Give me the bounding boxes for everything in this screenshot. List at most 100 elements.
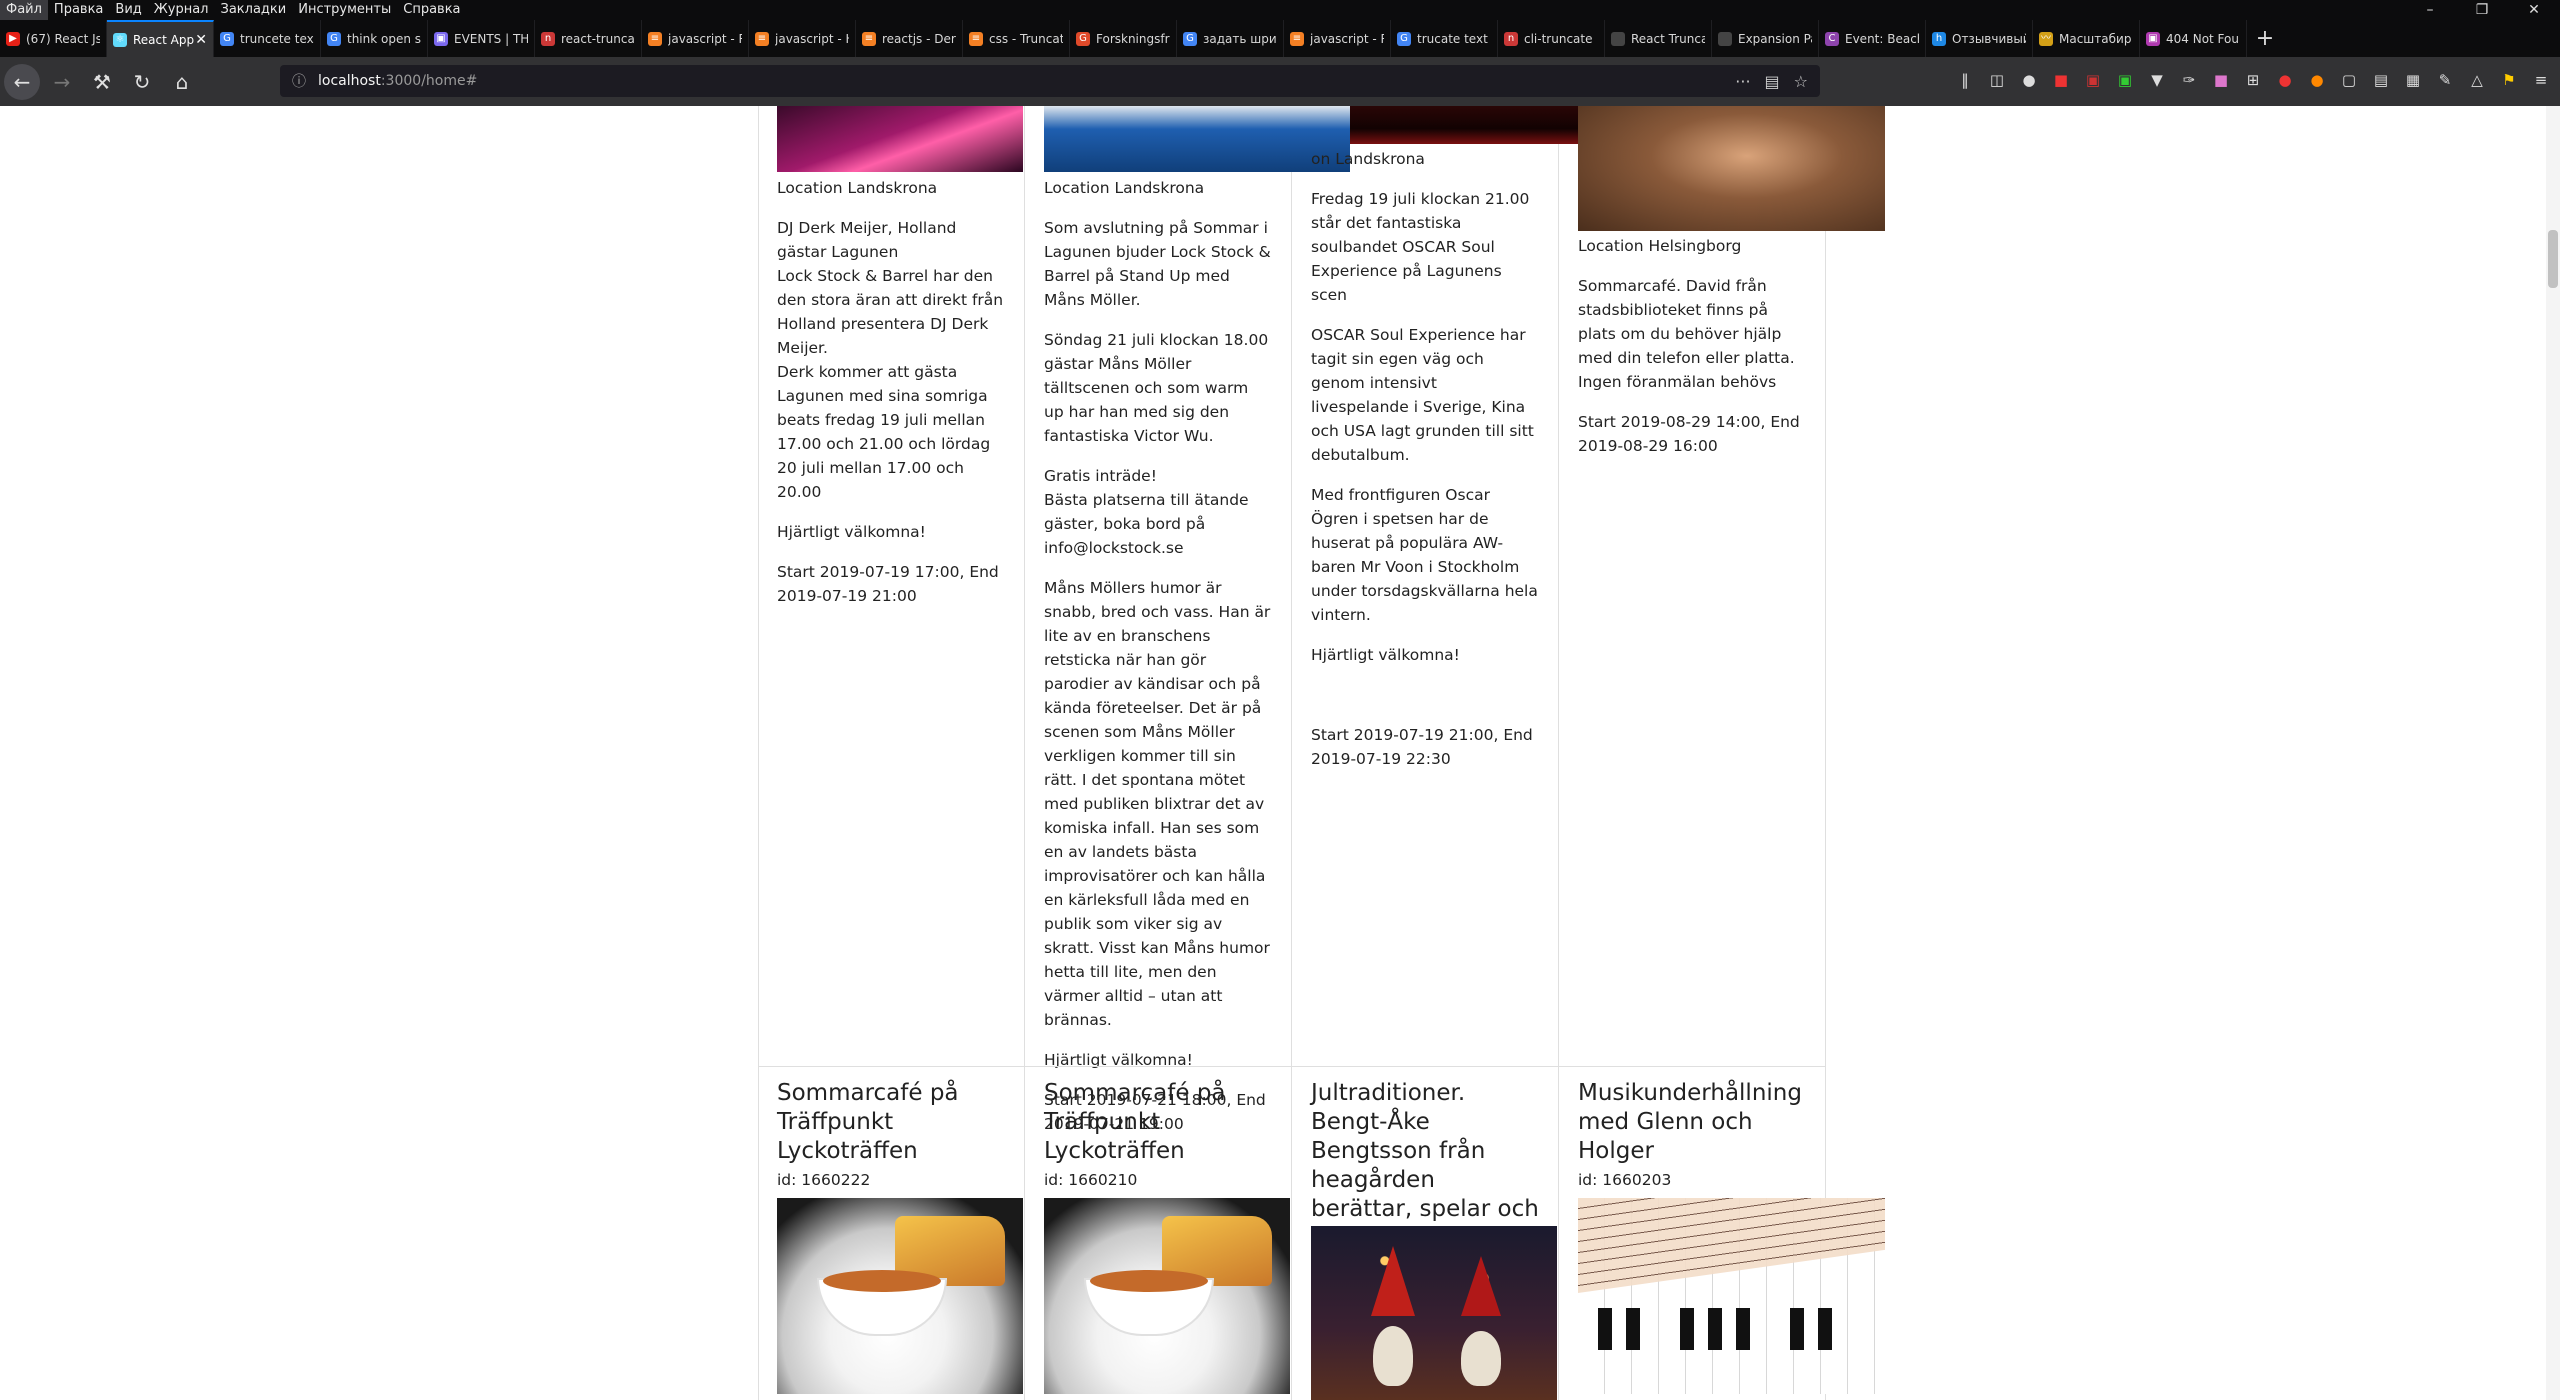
event-description: Med frontfiguren Oscar Ögren i spetsen h…: [1311, 486, 1538, 624]
tab-favicon-icon: ≡: [648, 31, 662, 46]
firefox-extension-icon[interactable]: ●: [2306, 67, 2328, 93]
browser-tab[interactable]: Expansion Pa: [1712, 20, 1819, 57]
browser-tab[interactable]: Gtrucate text: [1391, 20, 1498, 57]
browser-tab[interactable]: ≡ javascript - R: [1284, 20, 1391, 57]
browser-tab[interactable]: ▣ 404 Not Four: [2140, 20, 2247, 57]
tea-surface: [823, 1270, 941, 1292]
home-icon[interactable]: ⌂: [164, 64, 200, 100]
eyedropper-icon[interactable]: ✑: [2178, 67, 2200, 93]
reload-icon[interactable]: ↻: [124, 64, 160, 100]
url-path: :3000/home#: [380, 73, 478, 89]
pen-icon[interactable]: ✎: [2434, 67, 2456, 93]
event-description: Hjärtligt välkomna!: [1044, 1051, 1193, 1069]
adblock-icon[interactable]: ■: [2050, 67, 2072, 93]
minimize-icon[interactable]: –: [2404, 0, 2456, 20]
black-key: [1598, 1308, 1612, 1350]
site-info-icon[interactable]: ⓘ: [292, 71, 306, 91]
browser-tab[interactable]: C Event: Beach: [1819, 20, 1926, 57]
color-picker-icon[interactable]: ■: [2210, 67, 2232, 93]
tab-strip: ▶ (67) React Js ⚛ React App ✕ Gtruncete text G…: [0, 20, 2560, 57]
browser-tab[interactable]: ⚛ React App ✕: [107, 20, 214, 57]
pocket-icon[interactable]: ▤: [1765, 72, 1780, 91]
browser-tab[interactable]: ≡ javascript - H: [749, 20, 856, 57]
tab-title: React Truncate Te: [1631, 31, 1705, 46]
tab-title: Forskningsfr: [1096, 31, 1170, 46]
grid-icon[interactable]: ▦: [2402, 67, 2424, 93]
event-card: on Landskrona Fredag 19 juli klockan 21.0…: [1292, 147, 1558, 787]
tab-favicon-icon: ≡: [862, 31, 876, 46]
tab-title: Expansion Pa: [1738, 31, 1812, 46]
tab-favicon-icon: ≡: [1290, 31, 1304, 46]
browser-tab[interactable]: ≡ css - Truncat: [963, 20, 1070, 57]
browser-tab[interactable]: n react-truncat: [535, 20, 642, 57]
shield-icon[interactable]: △: [2466, 67, 2488, 93]
browser-tab[interactable]: n cli-truncate: [1498, 20, 1605, 57]
menu-bookmarks[interactable]: Закладки: [215, 0, 293, 20]
forward-arrow-icon[interactable]: →: [44, 64, 80, 100]
back-arrow-icon[interactable]: ←: [4, 63, 40, 100]
restore-icon[interactable]: ❐: [2456, 0, 2508, 20]
browser-tab[interactable]: h Отзывчивый: [1926, 20, 2033, 57]
browser-tab[interactable]: 〰 Масштабир: [2033, 20, 2140, 57]
extension-green-icon[interactable]: ▣: [2114, 67, 2136, 93]
url-host: localhost: [318, 73, 381, 89]
event-description: OSCAR Soul Experience har tagit sin egen…: [1311, 326, 1534, 464]
new-tab-icon[interactable]: +: [2247, 20, 2283, 57]
event-description: Fredag 19 juli klockan 21.00 står det fa…: [1311, 190, 1530, 304]
menu-help[interactable]: Справка: [397, 0, 466, 20]
tea-surface: [1090, 1270, 1208, 1292]
browser-tab[interactable]: ▣ EVENTS | TH: [428, 20, 535, 57]
tab-title: css - Truncat: [989, 31, 1063, 46]
menu-file[interactable]: Файл: [0, 0, 48, 20]
vertical-scrollbar[interactable]: [2546, 106, 2560, 1400]
event-description: DJ Derk Meijer, Holland gästar Lagunen L…: [777, 219, 1004, 501]
black-key: [1708, 1308, 1722, 1350]
gnomes-image: [1311, 1226, 1557, 1400]
tab-favicon-icon: ▶: [6, 31, 20, 46]
library-icon[interactable]: ‖: [1954, 67, 1976, 93]
browser-tab[interactable]: Gtruncete text: [214, 20, 321, 57]
dj-event-image: [777, 106, 1023, 172]
wrench-icon[interactable]: ⚒: [84, 64, 120, 100]
piano-sheet-image: [1578, 1198, 1885, 1394]
tab-favicon-icon: G: [1183, 31, 1197, 46]
browser-tab[interactable]: React Truncate Te: [1605, 20, 1712, 57]
account-icon[interactable]: ●: [2018, 67, 2040, 93]
close-window-icon[interactable]: ✕: [2508, 0, 2560, 20]
flag-icon[interactable]: ⚑: [2498, 67, 2520, 93]
hamburger-menu-icon[interactable]: ≡: [2530, 67, 2552, 93]
browser-tab[interactable]: ▶ (67) React Js: [0, 20, 107, 57]
menu-edit[interactable]: Правка: [48, 0, 109, 20]
event-description: Gratis inträde! Bästa platserna till äta…: [1044, 467, 1249, 557]
close-tab-icon[interactable]: ✕: [195, 32, 207, 48]
notification-icon[interactable]: ●: [2274, 67, 2296, 93]
event-title[interactable]: Musikunderhållning med Glenn och Holger: [1578, 1079, 1806, 1166]
tab-favicon-icon: 〰: [2039, 31, 2053, 46]
browser-tab[interactable]: ≡ javascript - R: [642, 20, 749, 57]
soul-band-event-image: [1350, 106, 1580, 144]
browser-tab[interactable]: ≡ reactjs - Deri: [856, 20, 963, 57]
event-title[interactable]: Sommarcafé på Träffpunkt Lyckoträffen: [1044, 1079, 1272, 1166]
crop-icon[interactable]: ⊞: [2242, 67, 2264, 93]
browser-tab[interactable]: Gthink open s: [321, 20, 428, 57]
url-bar[interactable]: ⓘ localhost :3000/home# ··· ▤ ☆: [280, 65, 1820, 97]
event-title[interactable]: Sommarcafé på Träffpunkt Lyckoträffen: [777, 1079, 1005, 1166]
scrollbar-thumb[interactable]: [2548, 230, 2558, 288]
page-actions-icon[interactable]: ···: [1735, 72, 1750, 91]
responsive-icon[interactable]: ▤: [2370, 67, 2392, 93]
toolbar-extensions: ‖ ◫ ● ■ ▣ ▣ ▼ ✑ ■ ⊞ ● ● ▢ ▤ ▦ ✎ △ ⚑ ≡: [1954, 67, 2552, 93]
browser-tab[interactable]: G Forskningsfr: [1070, 20, 1177, 57]
event-description: Start 2019-08-29 14:00, End 2019-08-29 1…: [1578, 413, 1800, 455]
vue-devtools-icon[interactable]: ▼: [2146, 67, 2168, 93]
browser-tab[interactable]: Gзадать шриф: [1177, 20, 1284, 57]
menu-history[interactable]: Журнал: [148, 0, 215, 20]
black-key: [1626, 1308, 1640, 1350]
extension-red-icon[interactable]: ▣: [2082, 67, 2104, 93]
tab-title: Отзывчивый: [1952, 31, 2026, 46]
sidebar-icon[interactable]: ◫: [1986, 67, 2008, 93]
screenshot-icon[interactable]: ▢: [2338, 67, 2360, 93]
event-description: Söndag 21 juli klockan 18.00 gästar Måns…: [1044, 331, 1269, 445]
menu-tools[interactable]: Инструменты: [292, 0, 397, 20]
bookmark-star-icon[interactable]: ☆: [1794, 72, 1808, 91]
menu-view[interactable]: Вид: [109, 0, 147, 20]
